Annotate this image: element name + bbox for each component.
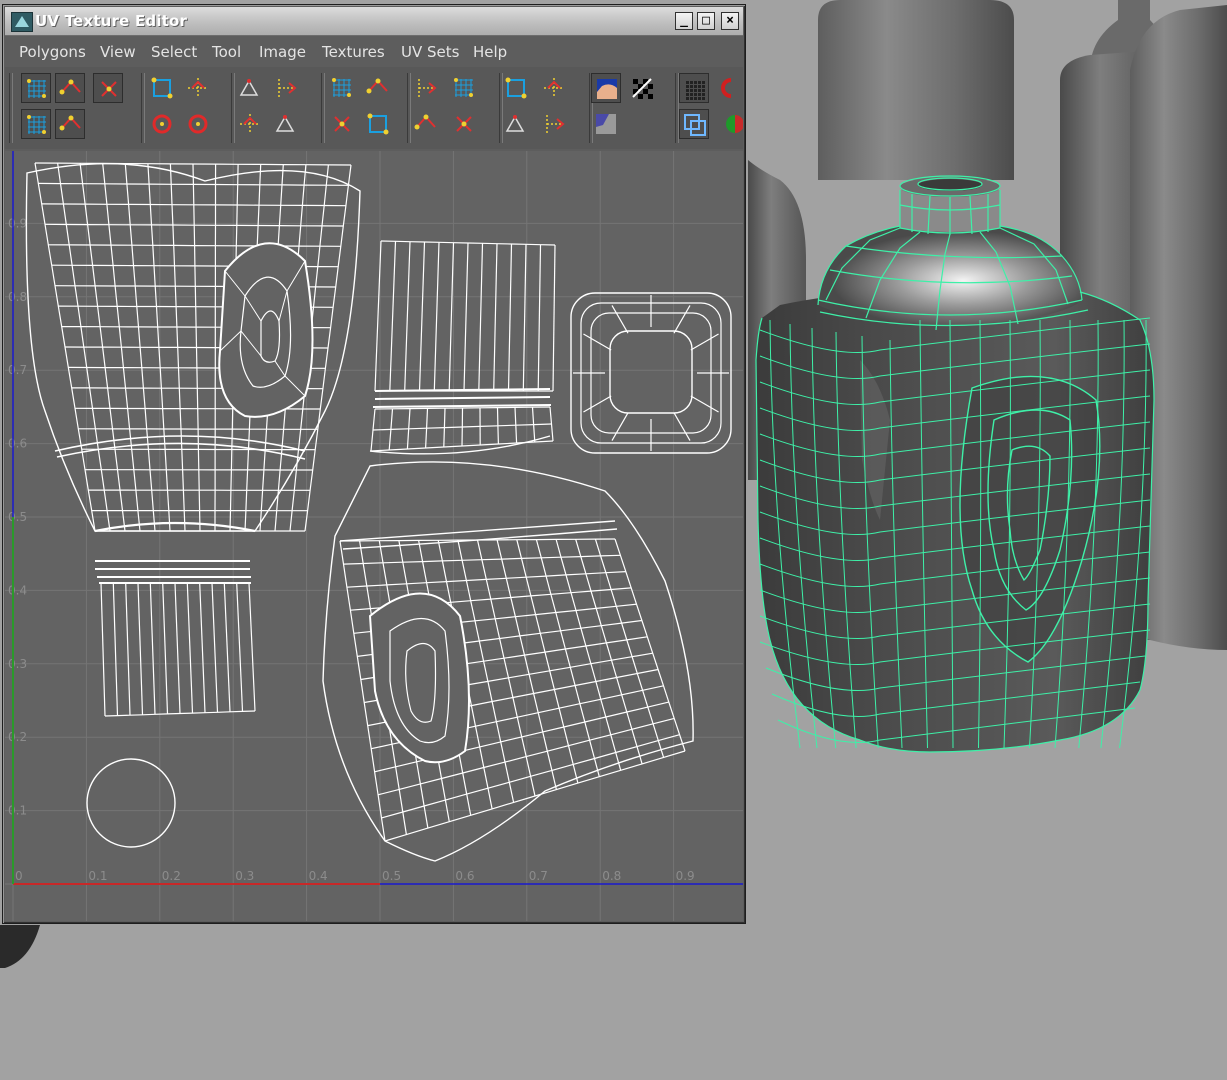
u-axis-label: 0.8 — [602, 869, 621, 883]
v-axis-label: 0.4 — [8, 583, 27, 597]
sew-uv-icon[interactable] — [271, 73, 301, 103]
v-axis-label: 0.9 — [8, 216, 27, 230]
maya-app-icon — [11, 12, 33, 32]
uv-shell-neck-right[interactable] — [339, 388, 618, 550]
minimize-button[interactable]: _ — [675, 12, 693, 30]
v-axis-label: 0.6 — [8, 437, 27, 451]
uv-tool-icon-30[interactable] — [55, 109, 85, 139]
title-bar[interactable]: UV Texture Editor _ □ × — [5, 7, 743, 36]
u-axis-label: 0.5 — [382, 869, 401, 883]
grow-selection-icon[interactable] — [501, 109, 531, 139]
v-axis-label: 0.2 — [8, 730, 27, 744]
pixel-snap-icon[interactable] — [679, 73, 709, 103]
magnet-icon[interactable] — [713, 73, 743, 103]
display-image-icon[interactable] — [591, 73, 621, 103]
menu-help[interactable]: Help — [473, 43, 507, 61]
uv-layout: 0 0.1 0.2 0.3 0.4 0.5 0.6 0.7 0.8 0.9 0.9 0.8 0.7 0.6… — [5, 151, 743, 921]
v-axis-label: 0.3 — [8, 657, 27, 671]
unfold-icon[interactable] — [363, 73, 393, 103]
u-axis-label: 0.9 — [676, 869, 695, 883]
rotate-ccw-icon[interactable] — [147, 109, 177, 139]
uv-editor-canvas[interactable]: 0 0.1 0.2 0.3 0.4 0.5 0.6 0.7 0.8 0.9 0.9 0.8 0.7 0.6… — [5, 151, 743, 921]
u-axis-label: 0.1 — [88, 869, 107, 883]
u-axis-label: 0.7 — [529, 869, 548, 883]
isolate-icon[interactable] — [679, 109, 709, 139]
u-axis-label: 0.6 — [455, 869, 474, 883]
shading-icon[interactable] — [713, 109, 743, 139]
uv-toolbar — [5, 67, 743, 149]
menu-image[interactable]: Image — [259, 43, 306, 61]
uv-tool-icon-29[interactable] — [21, 109, 51, 139]
rotate-cw-icon[interactable] — [183, 109, 213, 139]
align-left-icon[interactable] — [411, 73, 441, 103]
uv-snapshot-icon[interactable] — [93, 73, 123, 103]
menu-uv-sets[interactable]: UV Sets — [401, 43, 459, 61]
flip-v-icon[interactable] — [183, 73, 213, 103]
move-uv-icon[interactable] — [55, 73, 85, 103]
menu-polygons[interactable]: Polygons — [19, 43, 86, 61]
v-axis-label: 0.7 — [8, 363, 27, 377]
shrink-selection-icon[interactable] — [539, 109, 569, 139]
u-axis-label: 0.3 — [235, 869, 254, 883]
uv-tool-icon-31[interactable] — [327, 109, 357, 139]
uv-texture-editor-window[interactable]: UV Texture Editor _ □ × Polygons View Se… — [2, 4, 746, 924]
menu-view[interactable]: View — [100, 43, 136, 61]
v-axis-label: 0.1 — [8, 804, 27, 818]
menu-textures[interactable]: Textures — [322, 43, 385, 61]
uv-shell-neck-strips-left[interactable] — [100, 582, 256, 717]
straighten-icon[interactable] — [235, 109, 265, 139]
select-shell-icon[interactable] — [501, 73, 531, 103]
menu-select[interactable]: Select — [151, 43, 197, 61]
uv-shell-base[interactable] — [86, 758, 176, 848]
align-icon[interactable] — [271, 109, 301, 139]
window-title: UV Texture Editor — [35, 12, 188, 30]
select-border-icon[interactable] — [539, 73, 569, 103]
uv-shell-upper-right[interactable] — [370, 406, 554, 452]
align-right-icon[interactable] — [449, 73, 479, 103]
uv-grid-icon[interactable] — [21, 73, 51, 103]
uv-tool-icon-32[interactable] — [363, 109, 393, 139]
cut-uv-icon[interactable] — [235, 73, 265, 103]
dim-image-icon[interactable] — [591, 109, 621, 139]
u-axis-label: 0 — [15, 869, 23, 883]
uv-shell-grip-left[interactable] — [218, 242, 314, 418]
uv-shell-neck-strips-right[interactable] — [374, 240, 556, 392]
v-axis-label: 0.8 — [8, 290, 27, 304]
align-bottom-icon[interactable] — [411, 109, 441, 139]
checker-icon[interactable] — [627, 73, 657, 103]
maximize-button[interactable]: □ — [697, 12, 715, 30]
close-button[interactable]: × — [721, 12, 739, 30]
uv-shell-cap[interactable] — [570, 292, 732, 454]
align-top-icon[interactable] — [449, 109, 479, 139]
menu-bar: Polygons View Select Tool Image Textures… — [5, 37, 743, 67]
v-axis-label: 0.5 — [8, 510, 27, 524]
flip-u-icon[interactable] — [147, 73, 177, 103]
layout-icon[interactable] — [327, 73, 357, 103]
uv-shell-neck-left[interactable] — [54, 435, 306, 584]
u-axis-label: 0.2 — [162, 869, 181, 883]
menu-tool[interactable]: Tool — [212, 43, 241, 61]
u-axis-label: 0.4 — [309, 869, 328, 883]
